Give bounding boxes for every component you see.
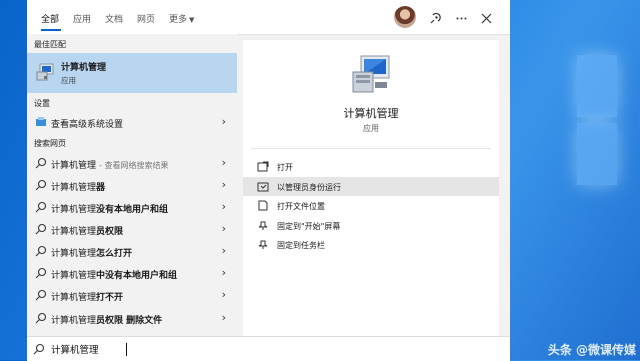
chevron-right-icon[interactable]: ›	[222, 200, 226, 213]
action-pin-start[interactable]: 固定到"开始"屏幕	[243, 216, 499, 235]
search-icon	[35, 201, 47, 213]
action-label: 固定到"开始"屏幕	[277, 222, 341, 231]
computer-management-icon	[352, 55, 390, 93]
web-result-prefix: 计算机管理	[51, 161, 97, 171]
feedback-icon[interactable]	[424, 7, 446, 29]
web-result-suffix: 没有本地用户和组	[96, 205, 169, 215]
search-icon	[35, 289, 47, 301]
action-label: 固定到任务栏	[277, 241, 325, 250]
search-icon	[35, 312, 47, 324]
search-filter-bar: 全部 应用 文档 网页 更多 ▼	[27, 0, 510, 35]
active-tab-indicator	[41, 29, 61, 31]
web-result-item[interactable]: 计算机管理没有本地用户和组 ›	[27, 197, 238, 218]
open-icon	[257, 161, 269, 172]
search-icon	[33, 343, 45, 355]
chevron-right-icon[interactable]: ›	[222, 244, 226, 257]
web-result-prefix: 计算机管理	[51, 316, 97, 326]
section-best-match: 最佳匹配	[34, 40, 66, 49]
computer-management-icon	[36, 63, 54, 81]
tab-documents[interactable]: 文档	[105, 12, 123, 25]
run-as-admin-icon	[257, 182, 269, 192]
pin-start-icon	[258, 221, 268, 230]
action-label: 打开文件位置	[277, 202, 325, 211]
web-result-item[interactable]: 计算机管理怎么打开 ›	[27, 241, 238, 262]
search-input[interactable]	[51, 341, 351, 357]
web-result-suffix: 器	[96, 183, 106, 193]
chevron-right-icon[interactable]: ›	[222, 222, 226, 235]
best-match-subtitle: 应用	[61, 76, 76, 85]
chevron-right-icon[interactable]: ›	[222, 115, 226, 128]
web-result-item[interactable]: 计算机管理员权限 删除文件 ›	[27, 308, 238, 329]
tab-apps[interactable]: 应用	[73, 12, 91, 25]
section-web: 搜索网页	[34, 139, 66, 148]
results-list: 最佳匹配 计算机管理 应用 设置 查看高级系统设置 › 搜索网页 计算机管理 - …	[27, 34, 238, 336]
web-result-suffix: 员权限 删除文件	[96, 316, 163, 326]
more-icon[interactable]	[450, 7, 472, 29]
action-pin-taskbar[interactable]: 固定到任务栏	[243, 235, 499, 254]
divider	[251, 148, 491, 149]
action-label: 以管理员身份运行	[277, 183, 341, 192]
start-search-panel: 全部 应用 文档 网页 更多 ▼ 最佳匹配 计算机管理 应用 设置 查看高级系统…	[27, 0, 510, 336]
web-result-item[interactable]: 计算机管理员权限 ›	[27, 219, 238, 240]
file-location-icon	[258, 200, 268, 211]
search-icon	[35, 245, 47, 257]
chevron-right-icon[interactable]: ›	[222, 288, 226, 301]
chevron-right-icon[interactable]: ›	[222, 311, 226, 324]
tab-more-label: 更多	[169, 15, 188, 25]
search-icon	[35, 179, 47, 191]
chevron-down-icon: ▼	[189, 16, 195, 24]
preview-pane: 计算机管理 应用 打开 以管理员身份运行 打开文件位置 固定到"开始"屏幕 固定…	[243, 40, 499, 336]
tab-web[interactable]: 网页	[137, 12, 155, 25]
web-result-prefix: 计算机管理	[51, 293, 97, 303]
settings-item[interactable]: 查看高级系统设置 ›	[27, 112, 238, 133]
best-match-title: 计算机管理	[61, 63, 107, 73]
settings-icon	[36, 117, 46, 126]
web-result-prefix: 计算机管理	[51, 249, 97, 259]
web-result-prefix: 计算机管理	[51, 205, 97, 215]
chevron-right-icon[interactable]: ›	[222, 266, 226, 279]
search-icon	[35, 267, 47, 279]
web-result-prefix: 计算机管理	[51, 183, 97, 193]
web-result-prefix: 计算机管理	[51, 227, 97, 237]
tab-all[interactable]: 全部	[41, 12, 59, 25]
tab-more[interactable]: 更多 ▼	[169, 12, 194, 25]
action-run-as-admin[interactable]: 以管理员身份运行	[243, 177, 499, 196]
web-result-item[interactable]: 计算机管理中没有本地用户和组 ›	[27, 263, 238, 284]
preview-subtitle: 应用	[363, 124, 379, 133]
web-result-suffix: 员权限	[96, 227, 124, 237]
chevron-right-icon[interactable]: ›	[222, 178, 226, 191]
web-result-suffix: 中没有本地用户和组	[96, 271, 178, 281]
watermark: 头条 @微课传媒	[547, 343, 636, 357]
close-icon[interactable]	[475, 7, 497, 29]
search-bar	[27, 336, 510, 361]
pin-taskbar-icon	[258, 240, 268, 249]
web-result-suffix: 怎么打开	[96, 249, 133, 259]
section-settings: 设置	[34, 99, 50, 108]
web-result-prefix: 计算机管理	[51, 271, 97, 281]
avatar[interactable]	[394, 6, 416, 28]
settings-item-label: 查看高级系统设置	[51, 120, 124, 130]
desktop-windows-logo	[577, 55, 640, 195]
web-result-item[interactable]: 计算机管理器 ›	[27, 175, 238, 196]
preview-title: 计算机管理	[343, 107, 399, 120]
action-open[interactable]: 打开	[243, 157, 499, 176]
web-result-hint: - 查看网络搜索结果	[99, 161, 169, 170]
chevron-right-icon[interactable]: ›	[222, 156, 226, 169]
web-result-item[interactable]: 计算机管理 - 查看网络搜索结果 ›	[27, 153, 238, 174]
action-open-file-location[interactable]: 打开文件位置	[243, 196, 499, 215]
web-result-item[interactable]: 计算机管理打不开 ›	[27, 285, 238, 306]
action-label: 打开	[277, 163, 293, 172]
search-icon	[35, 223, 47, 235]
web-result-suffix: 打不开	[96, 293, 124, 303]
text-cursor	[126, 343, 127, 356]
search-icon	[35, 157, 47, 169]
best-match-item[interactable]: 计算机管理 应用	[27, 53, 237, 93]
